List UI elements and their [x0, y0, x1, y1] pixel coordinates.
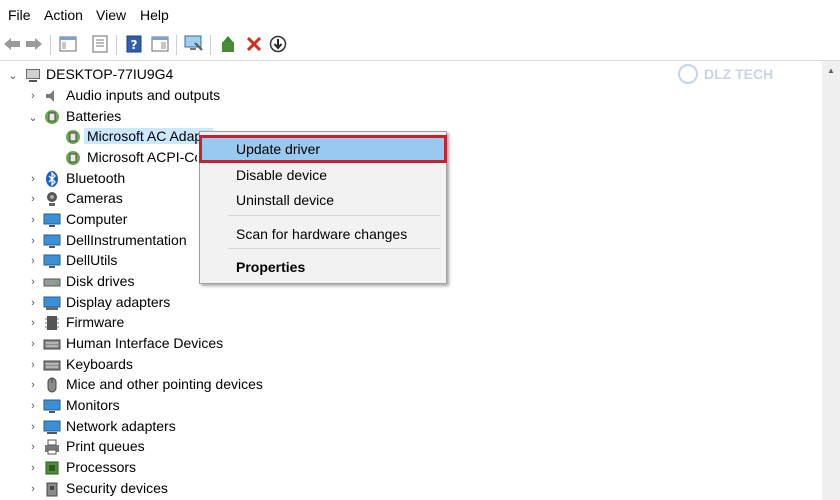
toolbar: ? DLZ TECH [0, 30, 840, 84]
menu-bar: File Action View Help [0, 0, 840, 30]
chevron-right-icon[interactable]: › [26, 417, 40, 437]
display-adapter-icon [43, 296, 61, 310]
menu-help[interactable]: Help [140, 7, 169, 23]
mouse-icon [47, 377, 57, 393]
chevron-down-icon[interactable]: ⌄ [6, 65, 20, 85]
security-icon [46, 482, 58, 497]
tree-item-processors[interactable]: › Processors [0, 458, 820, 478]
update-driver-icon[interactable] [218, 34, 238, 54]
console-tree-icon[interactable] [58, 34, 78, 54]
action-pane-icon[interactable] [150, 34, 170, 54]
forward-arrow-icon[interactable] [24, 34, 44, 54]
tree-item-monitors[interactable]: › Monitors [0, 396, 820, 416]
uninstall-device-menu-item[interactable]: Uninstall device [200, 187, 446, 213]
tree-item-print-queues[interactable]: › Print queues [0, 437, 820, 457]
monitor-icon [43, 254, 61, 268]
vertical-scrollbar[interactable]: ▲ [822, 61, 840, 500]
processor-icon [45, 461, 59, 475]
chevron-right-icon[interactable]: › [26, 355, 40, 375]
tree-item-mice[interactable]: › Mice and other pointing devices [0, 375, 820, 395]
tree-item-network[interactable]: › Network adapters [0, 417, 820, 437]
scan-hardware-icon[interactable] [184, 34, 204, 54]
context-menu: Update driver Disable device Uninstall d… [199, 131, 447, 284]
chevron-right-icon[interactable]: › [26, 375, 40, 395]
uninstall-icon[interactable] [244, 34, 264, 54]
tree-root-label: DESKTOP-77IU9G4 [46, 66, 174, 82]
monitor-icon [43, 399, 61, 413]
chevron-right-icon[interactable]: › [26, 251, 40, 271]
help-icon[interactable]: ? [124, 34, 144, 54]
properties-icon[interactable] [90, 34, 110, 54]
chevron-right-icon[interactable]: › [26, 293, 40, 313]
battery-device-icon [66, 151, 80, 165]
tree-item-audio[interactable]: › Audio inputs and outputs [0, 86, 820, 106]
chevron-right-icon[interactable]: › [26, 313, 40, 333]
chip-icon [45, 316, 59, 330]
tree-item-keyboards[interactable]: › Keyboards [0, 355, 820, 375]
chevron-right-icon[interactable]: › [26, 189, 40, 209]
printer-icon [45, 439, 59, 455]
properties-menu-item[interactable]: Properties [200, 254, 446, 280]
tree-item-hid[interactable]: › Human Interface Devices [0, 334, 820, 354]
bluetooth-icon [46, 171, 58, 187]
disable-icon[interactable] [268, 34, 288, 54]
scroll-up-icon[interactable]: ▲ [822, 61, 840, 79]
computer-icon [26, 69, 40, 82]
update-driver-menu-item[interactable]: Update driver [199, 135, 447, 163]
chevron-right-icon[interactable]: › [26, 272, 40, 292]
chevron-right-icon[interactable]: › [26, 334, 40, 354]
tree-item-batteries[interactable]: ⌄ Batteries [0, 107, 820, 127]
chevron-right-icon[interactable]: › [26, 396, 40, 416]
menu-action[interactable]: Action [44, 7, 83, 23]
tree-item-security[interactable]: › Security devices [0, 479, 820, 499]
back-arrow-icon[interactable] [2, 34, 22, 54]
computer-icon [43, 213, 61, 227]
chevron-right-icon[interactable]: › [26, 437, 40, 457]
tree-item-firmware[interactable]: › Firmware [0, 313, 820, 333]
chevron-down-icon[interactable]: ⌄ [26, 107, 40, 127]
battery-device-icon [66, 130, 80, 144]
chevron-right-icon[interactable]: › [26, 231, 40, 251]
keyboard-icon [43, 360, 61, 371]
menu-view[interactable]: View [96, 7, 126, 23]
svg-text:?: ? [131, 38, 138, 52]
scan-hardware-menu-item[interactable]: Scan for hardware changes [200, 221, 446, 247]
speaker-icon [46, 90, 54, 102]
monitor-icon [43, 234, 61, 248]
chevron-right-icon[interactable]: › [26, 169, 40, 189]
chevron-right-icon[interactable]: › [26, 86, 40, 106]
hid-icon [43, 339, 61, 350]
menu-separator [228, 248, 440, 249]
chevron-right-icon[interactable]: › [26, 458, 40, 478]
tree-item-display-adapters[interactable]: › Display adapters [0, 293, 820, 313]
tree-root[interactable]: ⌄ DESKTOP-77IU9G4 [0, 65, 820, 85]
network-icon [43, 420, 61, 434]
camera-icon [47, 192, 57, 206]
chevron-right-icon[interactable]: › [26, 479, 40, 499]
menu-file[interactable]: File [8, 7, 31, 23]
disable-device-menu-item[interactable]: Disable device [200, 162, 446, 188]
chevron-right-icon[interactable]: › [26, 210, 40, 230]
disk-icon [43, 278, 61, 287]
battery-icon [45, 110, 59, 124]
menu-separator [228, 215, 440, 216]
